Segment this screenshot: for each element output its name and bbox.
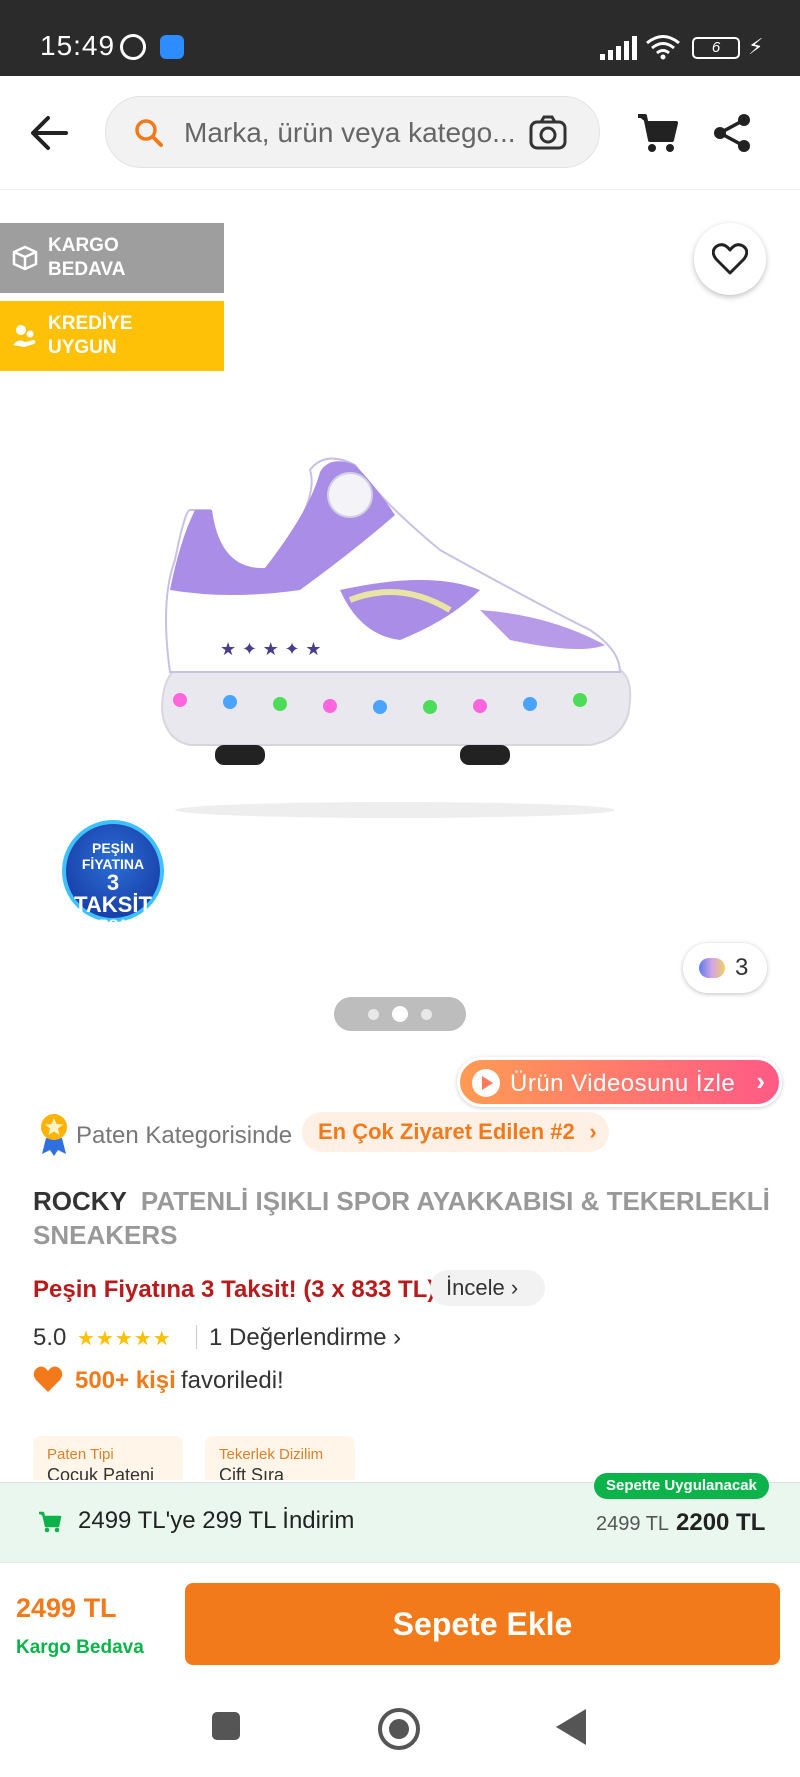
free-shipping-badge: KARGO BEDAVA (0, 223, 224, 293)
favorite-count: 500+ kişi (75, 1367, 176, 1394)
product-image-gallery[interactable]: KARGO BEDAVA KREDİYE UYGUN ★ ✦ ★ ✦ ★ PEŞ… (0, 190, 800, 1107)
pager-dot-active[interactable] (392, 1006, 408, 1022)
attribute-card[interactable]: Tekerlek Dizilim Çift Sıra (205, 1436, 355, 1480)
free-shipping-label: KARGO BEDAVA (48, 235, 126, 280)
search-icon (135, 119, 163, 147)
rating-score: 5.0 (33, 1324, 67, 1351)
old-price: 2499 TL (596, 1513, 670, 1535)
attribute-value: Çift Sıra (219, 1465, 285, 1480)
installment-promo-badge: PEŞİN FİYATINA 3 TAKSİT FIRSATI (62, 820, 164, 932)
top-header (0, 76, 800, 190)
wifi-icon (646, 35, 680, 60)
product-image-shoe: ★ ✦ ★ ✦ ★ (160, 457, 632, 818)
pager-dot[interactable] (421, 1009, 432, 1020)
status-time: 15:49 (40, 30, 116, 61)
hand-coins-icon (13, 325, 36, 347)
cart-discount-strip[interactable]: 2499 TL'ye 299 TL İndirim Sepette Uygula… (0, 1473, 800, 1562)
attribute-card[interactable]: Paten Tipi Çocuk Pateni (33, 1436, 183, 1480)
battery-icon: 6 (692, 37, 740, 59)
chevron-right-icon: › (589, 1119, 597, 1144)
back-arrow-icon[interactable] (28, 112, 70, 154)
promo-line-3: 3 TAKSİT (74, 870, 152, 917)
status-bar: 15:49 6 ⚡ (0, 0, 800, 76)
pager-dot[interactable] (368, 1009, 379, 1020)
category-rank-row[interactable]: Paten Kategorisinde En Çok Ziyaret Edile… (0, 1110, 800, 1164)
add-to-cart-button[interactable]: Sepete Ekle (185, 1583, 780, 1665)
installment-text: Peşin Fiyatına 3 Taksit! (3 x 833 TL) (33, 1276, 436, 1303)
brand-name[interactable]: ROCKY (33, 1186, 127, 1216)
star-rating-icon: ★★★★★ (77, 1328, 172, 1350)
cart-icon (39, 1511, 62, 1533)
search-input[interactable] (184, 111, 524, 155)
back-triangle-icon[interactable] (556, 1709, 586, 1745)
camera-icon[interactable] (528, 113, 568, 153)
discounted-price: 2200 TL (676, 1509, 766, 1536)
home-icon[interactable] (378, 1708, 420, 1750)
credit-eligible-badge: KREDİYE UYGUN (0, 301, 224, 371)
favorite-suffix: favoriledi! (181, 1367, 284, 1394)
discount-text: 2499 TL'ye 299 TL İndirim (78, 1507, 355, 1534)
bottom-buy-bar: 2499 TL Kargo Bedava Sepete Ekle (0, 1562, 800, 1682)
promo-line-1: PEŞİN (91, 840, 134, 856)
promo-line-4: FIRSATI (86, 916, 140, 932)
color-variants-button[interactable]: 3 (683, 943, 767, 993)
favorite-button[interactable] (694, 223, 766, 295)
apply-in-cart-tag: Sepette Uygulanacak (594, 1473, 769, 1499)
alarm-icon (120, 34, 146, 60)
recent-apps-icon[interactable] (212, 1712, 240, 1740)
category-text: Paten Kategorisinde (76, 1122, 293, 1149)
product-price: 2499 TL (16, 1593, 117, 1623)
charging-icon: ⚡ (748, 34, 764, 59)
review-installment-button[interactable]: İncele › (430, 1270, 545, 1306)
attribute-value: Çocuk Pateni (47, 1465, 155, 1480)
rank-badge[interactable]: En Çok Ziyaret Edilen #2 › (302, 1112, 609, 1152)
review-count-link[interactable]: 1 Değerlendirme › (209, 1324, 401, 1352)
divider (196, 1325, 197, 1349)
color-palette-icon (699, 958, 725, 978)
share-icon[interactable] (712, 112, 752, 154)
review-count-label: 1 Değerlendirme (209, 1324, 387, 1351)
image-pager[interactable] (334, 997, 466, 1031)
search-bar[interactable] (105, 96, 600, 168)
heart-filled-icon (33, 1366, 63, 1392)
credit-eligible-label: KREDİYE UYGUN (48, 313, 133, 358)
attribute-key: Tekerlek Dizilim (219, 1446, 324, 1463)
incele-label: İncele (446, 1275, 505, 1300)
product-info: Paten Kategorisinde En Çok Ziyaret Edile… (0, 1080, 800, 1480)
cart-icon[interactable] (636, 112, 680, 154)
attribute-key: Paten Tipi (47, 1446, 114, 1463)
free-shipping-text: Kargo Bedava (16, 1637, 144, 1658)
rank-badge-label: En Çok Ziyaret Edilen #2 (318, 1119, 575, 1144)
chevron-right-icon: › (510, 1275, 519, 1300)
app-notification-icon (160, 35, 184, 59)
system-nav-bar (0, 1682, 800, 1777)
svg-text:★ ✦ ★ ✦ ★: ★ ✦ ★ ✦ ★ (220, 639, 321, 660)
box-icon (12, 245, 38, 271)
product-title: ROCKY PATENLİ IŞIKLI SPOR AYAKKABISI & TE… (33, 1184, 773, 1252)
medal-icon (41, 1114, 67, 1156)
color-count-label: 3 (735, 954, 749, 981)
heart-outline-icon (712, 243, 748, 275)
product-name: PATENLİ IŞIKLI SPOR AYAKKABISI & TEKERLE… (33, 1186, 770, 1250)
signal-icon (600, 36, 637, 60)
